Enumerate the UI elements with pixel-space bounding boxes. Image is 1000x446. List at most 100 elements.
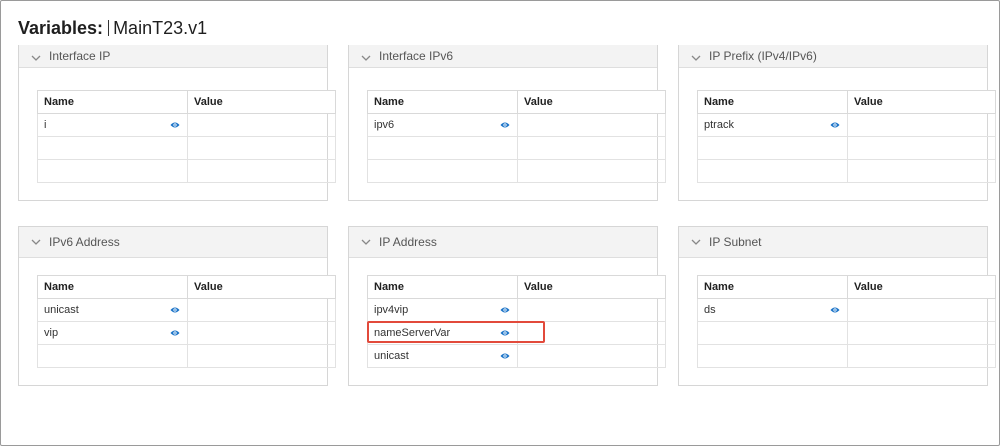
column-header-value: Value bbox=[187, 90, 336, 114]
variable-name bbox=[37, 344, 188, 368]
table-row bbox=[697, 136, 996, 160]
variables-table: Name Value ptrack bbox=[697, 90, 996, 183]
panel-header[interactable]: IP Prefix (IPv4/IPv6) bbox=[679, 45, 987, 68]
chevron-down-icon[interactable] bbox=[31, 53, 41, 63]
column-header-name: Name bbox=[37, 90, 188, 114]
variable-name: ds bbox=[697, 298, 824, 322]
column-header-value: Value bbox=[187, 275, 336, 299]
eye-icon[interactable] bbox=[170, 329, 180, 337]
eye-icon[interactable] bbox=[170, 306, 180, 314]
panel-header[interactable]: IPv6 Address bbox=[19, 227, 327, 258]
variables-table: Name Value ds bbox=[697, 275, 996, 368]
eye-icon[interactable] bbox=[500, 306, 510, 314]
variable-value[interactable] bbox=[517, 113, 666, 137]
page-title-label: Variables: bbox=[18, 17, 104, 38]
variable-value[interactable] bbox=[517, 321, 666, 345]
variable-name bbox=[697, 159, 848, 183]
panel-title: Interface IPv6 bbox=[379, 49, 454, 63]
table-row bbox=[367, 159, 666, 183]
chevron-down-icon[interactable] bbox=[361, 237, 371, 247]
eye-icon[interactable] bbox=[830, 306, 840, 314]
variables-table: Name Value i bbox=[37, 90, 336, 183]
panel-title: IP Subnet bbox=[709, 235, 762, 249]
column-header-name: Name bbox=[37, 275, 188, 299]
variable-value bbox=[187, 159, 336, 183]
panel-ip-address: IP Address Name Value ipv4vip nameServerV… bbox=[348, 226, 666, 386]
chevron-down-icon[interactable] bbox=[691, 237, 701, 247]
column-header-value: Value bbox=[847, 275, 996, 299]
variable-value[interactable] bbox=[187, 113, 336, 137]
variables-table: Name Value ipv6 bbox=[367, 90, 666, 183]
panel-ipv6-address: IPv6 Address Name Value unicast vip bbox=[18, 226, 336, 386]
column-header-name: Name bbox=[367, 90, 518, 114]
panel-title: Interface IP bbox=[49, 49, 111, 63]
variable-name: unicast bbox=[367, 344, 494, 368]
panel-ip-subnet: IP Subnet Name Value ds bbox=[678, 226, 996, 386]
eye-icon[interactable] bbox=[500, 352, 510, 360]
variable-name: unicast bbox=[37, 298, 164, 322]
table-row-highlighted[interactable]: nameServerVar bbox=[367, 321, 666, 345]
variable-value bbox=[847, 136, 996, 160]
variable-value[interactable] bbox=[187, 298, 336, 322]
variable-name: ipv6 bbox=[367, 113, 494, 137]
panel-interface-ip: Interface IP Name Value i bbox=[18, 45, 336, 201]
table-row bbox=[697, 159, 996, 183]
variable-name bbox=[367, 136, 518, 160]
chevron-down-icon[interactable] bbox=[691, 53, 701, 63]
variable-value[interactable] bbox=[517, 344, 666, 368]
variable-name bbox=[37, 159, 188, 183]
panel-header[interactable]: IP Address bbox=[349, 227, 657, 258]
column-header-name: Name bbox=[697, 275, 848, 299]
panel-title: IPv6 Address bbox=[49, 235, 120, 249]
variable-value bbox=[517, 136, 666, 160]
variables-table: Name Value unicast vip bbox=[37, 275, 336, 368]
panel-header[interactable]: Interface IPv6 bbox=[349, 45, 657, 68]
table-row[interactable]: ds bbox=[697, 298, 996, 322]
chevron-down-icon[interactable] bbox=[361, 53, 371, 63]
variable-name bbox=[697, 344, 848, 368]
variable-value[interactable] bbox=[517, 298, 666, 322]
column-header-name: Name bbox=[367, 275, 518, 299]
variable-name: nameServerVar bbox=[367, 321, 494, 345]
panel-ip-prefix: IP Prefix (IPv4/IPv6) Name Value ptrack bbox=[678, 45, 996, 201]
column-header-value: Value bbox=[517, 275, 666, 299]
column-header-value: Value bbox=[847, 90, 996, 114]
variable-name bbox=[697, 136, 848, 160]
table-row[interactable]: unicast bbox=[367, 344, 666, 368]
variable-value[interactable] bbox=[847, 113, 996, 137]
panel-header[interactable]: Interface IP bbox=[19, 45, 327, 68]
panel-title: IP Prefix (IPv4/IPv6) bbox=[709, 49, 817, 63]
variable-name: ptrack bbox=[697, 113, 824, 137]
table-row[interactable]: vip bbox=[37, 321, 336, 345]
table-row bbox=[367, 136, 666, 160]
panel-title: IP Address bbox=[379, 235, 437, 249]
variable-value[interactable] bbox=[187, 321, 336, 345]
column-header-name: Name bbox=[697, 90, 848, 114]
panel-header[interactable]: IP Subnet bbox=[679, 227, 987, 258]
variables-window: Variables: MainT23.v1 Interface IP Name V… bbox=[0, 0, 1000, 446]
chevron-down-icon[interactable] bbox=[31, 237, 41, 247]
variable-name: vip bbox=[37, 321, 164, 345]
variable-value bbox=[187, 344, 336, 368]
eye-icon[interactable] bbox=[500, 121, 510, 129]
table-row[interactable]: i bbox=[37, 113, 336, 137]
eye-icon[interactable] bbox=[830, 121, 840, 129]
variable-value bbox=[187, 136, 336, 160]
variable-name bbox=[697, 321, 848, 345]
table-row bbox=[37, 344, 336, 368]
variable-value[interactable] bbox=[847, 298, 996, 322]
page-header: Variables: MainT23.v1 bbox=[18, 14, 207, 42]
variables-table: Name Value ipv4vip nameServerVar unicast bbox=[367, 275, 666, 368]
eye-icon[interactable] bbox=[170, 121, 180, 129]
table-row[interactable]: ptrack bbox=[697, 113, 996, 137]
table-row[interactable]: ipv6 bbox=[367, 113, 666, 137]
variable-value bbox=[847, 159, 996, 183]
variable-name bbox=[367, 159, 518, 183]
template-name: MainT23.v1 bbox=[113, 17, 208, 38]
table-row[interactable]: ipv4vip bbox=[367, 298, 666, 322]
table-row[interactable]: unicast bbox=[37, 298, 336, 322]
eye-icon[interactable] bbox=[500, 329, 510, 337]
variable-value bbox=[847, 321, 996, 345]
variable-name bbox=[37, 136, 188, 160]
variable-value bbox=[517, 159, 666, 183]
